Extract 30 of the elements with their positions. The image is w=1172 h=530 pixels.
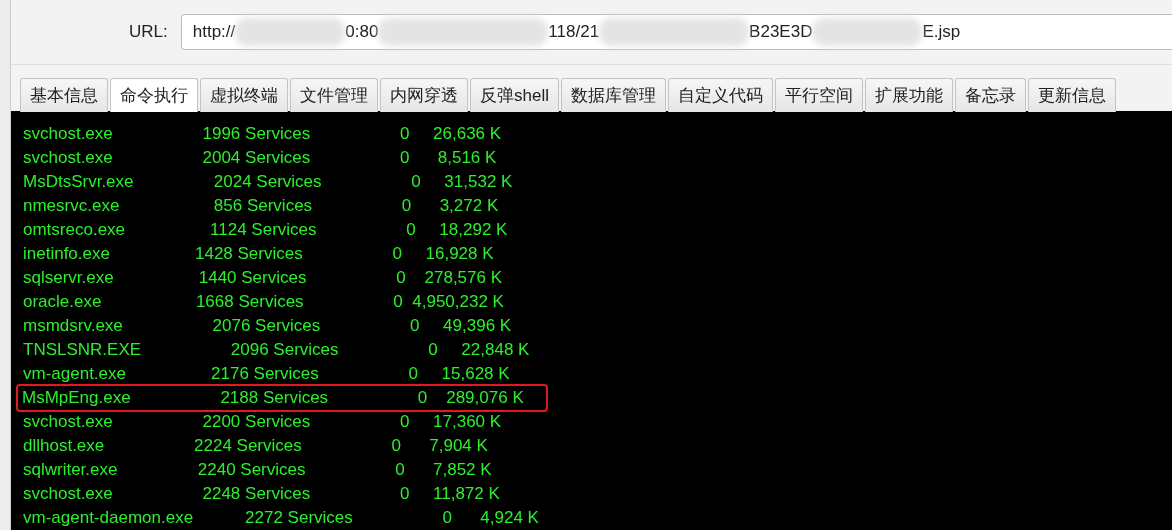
url-field[interactable]: http:// 0:80 118/21 B23E3D E.jsp xyxy=(180,14,1172,50)
process-line: dllhost.exe 2224 Services 0 7,904 K xyxy=(23,435,488,457)
process-line: svchost.exe 2004 Services 0 8,516 K xyxy=(23,147,497,169)
tab[interactable]: 基本信息 xyxy=(20,78,108,112)
process-line: svchost.exe 1996 Services 0 26,636 K xyxy=(23,123,502,145)
process-line: svchost.exe 2200 Services 0 17,360 K xyxy=(23,411,502,433)
url-label: URL: xyxy=(129,22,168,42)
process-line: vm-agent-daemon.exe 2272 Services 0 4,924 K xyxy=(23,507,539,529)
process-line: TNSLSNR.EXE 2096 Services 0 22,848 K xyxy=(23,339,530,361)
tab[interactable]: 虚拟终端 xyxy=(200,78,288,112)
tab[interactable]: 备忘录 xyxy=(954,78,1026,112)
process-line: sqlwriter.exe 2240 Services 0 7,852 K xyxy=(23,459,492,481)
process-line: nmesrvc.exe 856 Services 0 3,272 K xyxy=(23,195,499,217)
tab[interactable]: 文件管理 xyxy=(290,78,378,112)
process-line: msmdsrv.exe 2076 Services 0 49,396 K xyxy=(23,315,512,337)
tab[interactable]: 平行空间 xyxy=(774,78,863,112)
process-line: oracle.exe 1668 Services 0 4,950,232 K xyxy=(23,291,504,313)
process-line: vm-agent.exe 2176 Services 0 15,628 K xyxy=(23,363,510,385)
process-line: inetinfo.exe 1428 Services 0 16,928 K xyxy=(23,243,494,265)
tab[interactable]: 反弹shell xyxy=(470,78,559,112)
tab[interactable]: 命令执行 xyxy=(110,78,198,112)
process-line: sqlservr.exe 1440 Services 0 278,576 K xyxy=(23,267,503,289)
process-line: svchost.exe 2248 Services 0 11,872 K xyxy=(23,483,500,505)
tab[interactable]: 自定义代码 xyxy=(667,78,773,112)
tab[interactable]: 更新信息 xyxy=(1027,78,1116,112)
process-line: omtsreco.exe 1124 Services 0 18,292 K xyxy=(23,219,508,241)
process-line: MsDtsSrvr.exe 2024 Services 0 31,532 K xyxy=(23,171,513,193)
tab[interactable]: 数据库管理 xyxy=(560,78,666,112)
tab[interactable]: 扩展功能 xyxy=(864,78,953,112)
tab[interactable]: 内网穿透 xyxy=(380,78,468,112)
